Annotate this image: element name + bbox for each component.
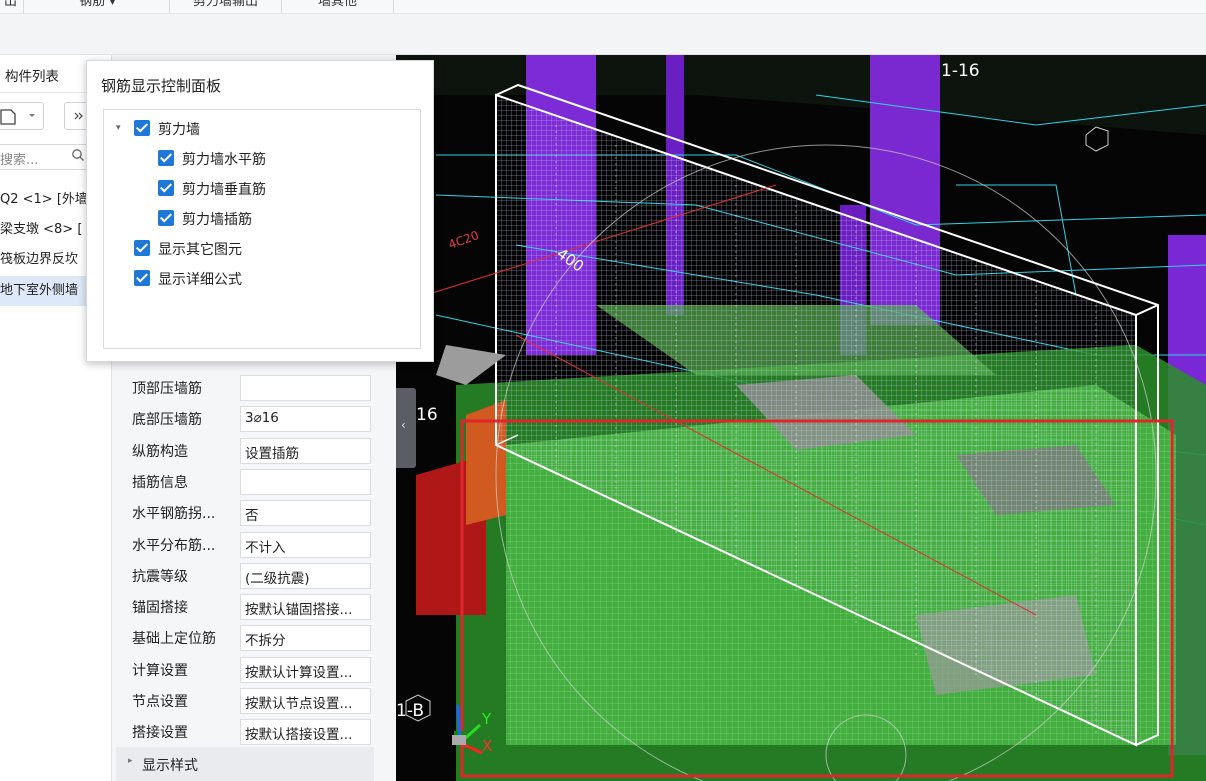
property-row: 水平分布筋... 不计入	[126, 530, 388, 561]
rebar-panel-title: 钢筋显示控制面板	[101, 77, 222, 95]
property-value[interactable]: 否	[240, 500, 371, 526]
tree-item-label: 显示详细公式	[158, 272, 242, 288]
property-row: 插筋信息	[126, 467, 388, 498]
property-row: 水平钢筋拐... 否	[126, 498, 388, 529]
property-label: 锚固搭接	[132, 600, 188, 616]
tree-item-vertical-rebar[interactable]: 剪力墙垂直筋	[116, 178, 406, 200]
component-search-input[interactable]: 搜索...	[0, 144, 90, 170]
tree-item-dowel-rebar[interactable]: 剪力墙插筋	[116, 208, 406, 230]
property-label: 节点设置	[132, 694, 188, 710]
rebar-display-control-panel: 钢筋显示控制面板 ▾ 剪力墙 剪力墙水平筋 剪力墙垂直筋 剪力墙插筋 显示其它图…	[86, 60, 434, 362]
property-value[interactable]: 3⌀16	[240, 406, 371, 432]
search-icon	[72, 149, 84, 161]
property-label: 纵筋构造	[132, 444, 188, 460]
grid-label: 1-B	[396, 701, 425, 721]
axis-x-label: X	[482, 737, 493, 755]
tree-item-label: 剪力墙垂直筋	[182, 182, 266, 198]
property-row: 锚固搭接 按默认锚固搭接...	[126, 592, 388, 623]
property-label: 水平钢筋拐...	[132, 506, 216, 522]
property-value[interactable]: 按默认搭接设置...	[240, 719, 371, 745]
axis-y-label: Y	[482, 710, 492, 728]
property-row: 搭接设置 按默认搭接设置...	[126, 717, 388, 748]
property-label: 搭接设置	[132, 725, 188, 741]
expand-arrow-icon: ▸	[128, 756, 133, 766]
top-tab-strip: 出 钢筋 ▾ 剪力墙输出 墙其他	[0, 0, 1206, 14]
property-row: 抗震等级 (二级抗震)	[126, 561, 388, 592]
tab-shear-wall-output[interactable]: 剪力墙输出	[170, 0, 282, 13]
property-label: 顶部压墙筋	[132, 381, 202, 397]
property-label: 抗震等级	[132, 569, 188, 585]
property-row: 计算设置 按默认计算设置...	[126, 655, 388, 686]
property-row: 节点设置 按默认节点设置...	[126, 686, 388, 717]
property-label: 计算设置	[132, 663, 188, 679]
property-row: 顶部压墙筋	[126, 373, 388, 404]
group-label: 显示样式	[142, 758, 198, 774]
property-row: 基础上定位筋 不拆分	[126, 623, 388, 654]
ribbon-area	[0, 14, 1206, 55]
tree-item-shear-wall[interactable]: ▾ 剪力墙	[116, 118, 406, 140]
checkbox-checked-icon[interactable]	[158, 150, 174, 166]
tree-item-label: 显示其它图元	[158, 242, 242, 258]
property-value[interactable]: 设置插筋	[240, 438, 371, 464]
tree-item-show-other-elements[interactable]: 显示其它图元	[116, 238, 406, 260]
property-value[interactable]: 按默认锚固搭接...	[240, 594, 371, 620]
property-value[interactable]: 按默认计算设置...	[240, 657, 371, 683]
checkbox-checked-icon[interactable]	[134, 240, 150, 256]
grid-label: 16	[416, 405, 438, 425]
property-label: 基础上定位筋	[132, 631, 216, 647]
collapse-arrow-icon[interactable]: ▾	[116, 123, 121, 133]
new-component-button[interactable]	[0, 102, 44, 130]
chevron-left-icon: ‹	[401, 418, 406, 432]
property-row: 底部压墙筋 3⌀16	[126, 404, 388, 435]
search-placeholder: 搜索...	[0, 153, 39, 168]
tree-item-label: 剪力墙	[158, 122, 200, 138]
display-style-group[interactable]: ▸ 显示样式	[116, 747, 374, 781]
tab-output[interactable]: 出	[0, 0, 24, 13]
grid-label: 1-16	[941, 61, 980, 81]
collapse-panel-handle[interactable]: ‹	[396, 388, 416, 468]
3d-viewport[interactable]: 1-16 16 1-B 4C20 400 Y X	[396, 55, 1206, 781]
tree-item-label: 剪力墙插筋	[182, 212, 252, 228]
rebar-tree: ▾ 剪力墙 剪力墙水平筋 剪力墙垂直筋 剪力墙插筋 显示其它图元 显示详细公式	[103, 109, 421, 349]
property-value[interactable]: (二级抗震)	[240, 563, 371, 589]
property-value[interactable]	[240, 375, 371, 401]
property-label: 插筋信息	[132, 475, 188, 491]
property-value[interactable]: 不计入	[240, 532, 371, 558]
tab-wall-other[interactable]: 墙其他	[282, 0, 394, 13]
property-value[interactable]: 按默认节点设置...	[240, 688, 371, 714]
checkbox-checked-icon[interactable]	[158, 180, 174, 196]
new-file-icon	[0, 109, 35, 125]
property-row: 纵筋构造 设置插筋	[126, 436, 388, 467]
property-label: 水平分布筋...	[132, 538, 216, 554]
checkbox-checked-icon[interactable]	[134, 270, 150, 286]
tab-rebar[interactable]: 钢筋 ▾	[26, 0, 170, 13]
tree-item-show-detailed-formula[interactable]: 显示详细公式	[116, 268, 406, 290]
property-value[interactable]	[240, 469, 371, 495]
tree-item-label: 剪力墙水平筋	[182, 152, 266, 168]
checkbox-checked-icon[interactable]	[134, 120, 150, 136]
3d-scene	[396, 55, 1206, 781]
checkbox-checked-icon[interactable]	[158, 210, 174, 226]
tree-item-horizontal-rebar[interactable]: 剪力墙水平筋	[116, 148, 406, 170]
property-label: 底部压墙筋	[132, 412, 202, 428]
property-value[interactable]: 不拆分	[240, 625, 371, 651]
component-list-title: 构件列表	[5, 69, 59, 85]
